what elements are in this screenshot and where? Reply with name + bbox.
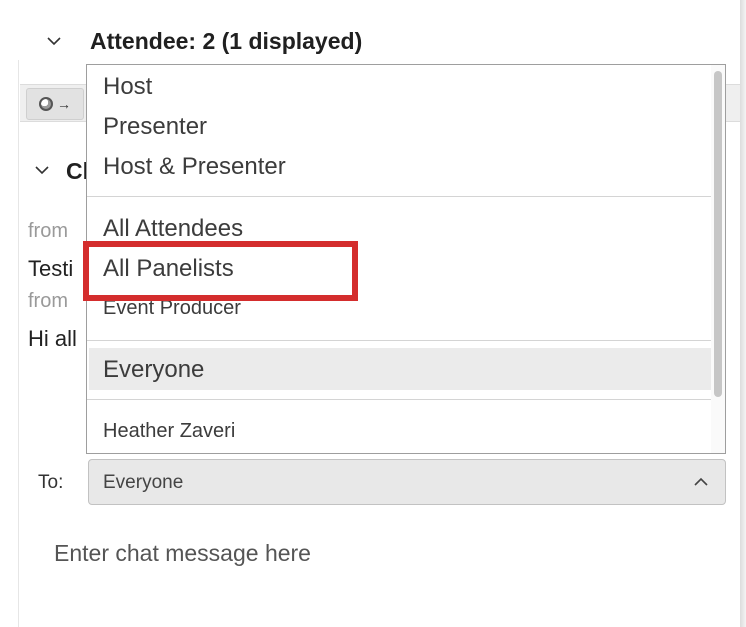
- dropdown-scrollbar-thumb[interactable]: [714, 71, 722, 397]
- to-label: To:: [38, 472, 64, 493]
- dropdown-item-host-presenter[interactable]: Host & Presenter: [103, 153, 286, 181]
- dropdown-divider: [87, 196, 711, 197]
- chat-message-input[interactable]: [40, 528, 734, 578]
- record-icon: [39, 97, 53, 111]
- panel-left-border: [18, 60, 19, 627]
- message-sender: from: [28, 290, 68, 312]
- message-sender: from: [28, 220, 68, 242]
- dropdown-divider: [87, 340, 711, 341]
- dropdown-item-heather-zaveri[interactable]: Heather Zaveri: [103, 420, 235, 443]
- dropdown-item-presenter[interactable]: Presenter: [103, 113, 207, 141]
- attendee-section-title: Attendee: 2 (1 displayed): [90, 27, 363, 54]
- recipient-select[interactable]: Everyone: [88, 459, 726, 505]
- chevron-up-icon: [694, 477, 708, 486]
- dropdown-divider: [87, 399, 711, 400]
- chevron-down-icon[interactable]: [46, 33, 62, 49]
- arrow-right-icon: →: [57, 96, 71, 112]
- message-text: Hi all: [28, 326, 77, 351]
- recipient-select-value: Everyone: [103, 472, 184, 493]
- dropdown-item-host[interactable]: Host: [103, 73, 152, 101]
- dropdown-item-all-attendees[interactable]: All Attendees: [103, 215, 243, 243]
- attendee-section-header[interactable]: Attendee: 2 (1 displayed): [46, 24, 362, 58]
- panel-edge-shadow: [740, 0, 746, 627]
- chevron-down-icon[interactable]: [34, 162, 50, 178]
- attendee-action-button[interactable]: →: [26, 88, 84, 120]
- highlight-annotation-box: [83, 241, 358, 301]
- message-text: Testi: [28, 256, 74, 281]
- dropdown-item-everyone[interactable]: Everyone: [103, 356, 204, 384]
